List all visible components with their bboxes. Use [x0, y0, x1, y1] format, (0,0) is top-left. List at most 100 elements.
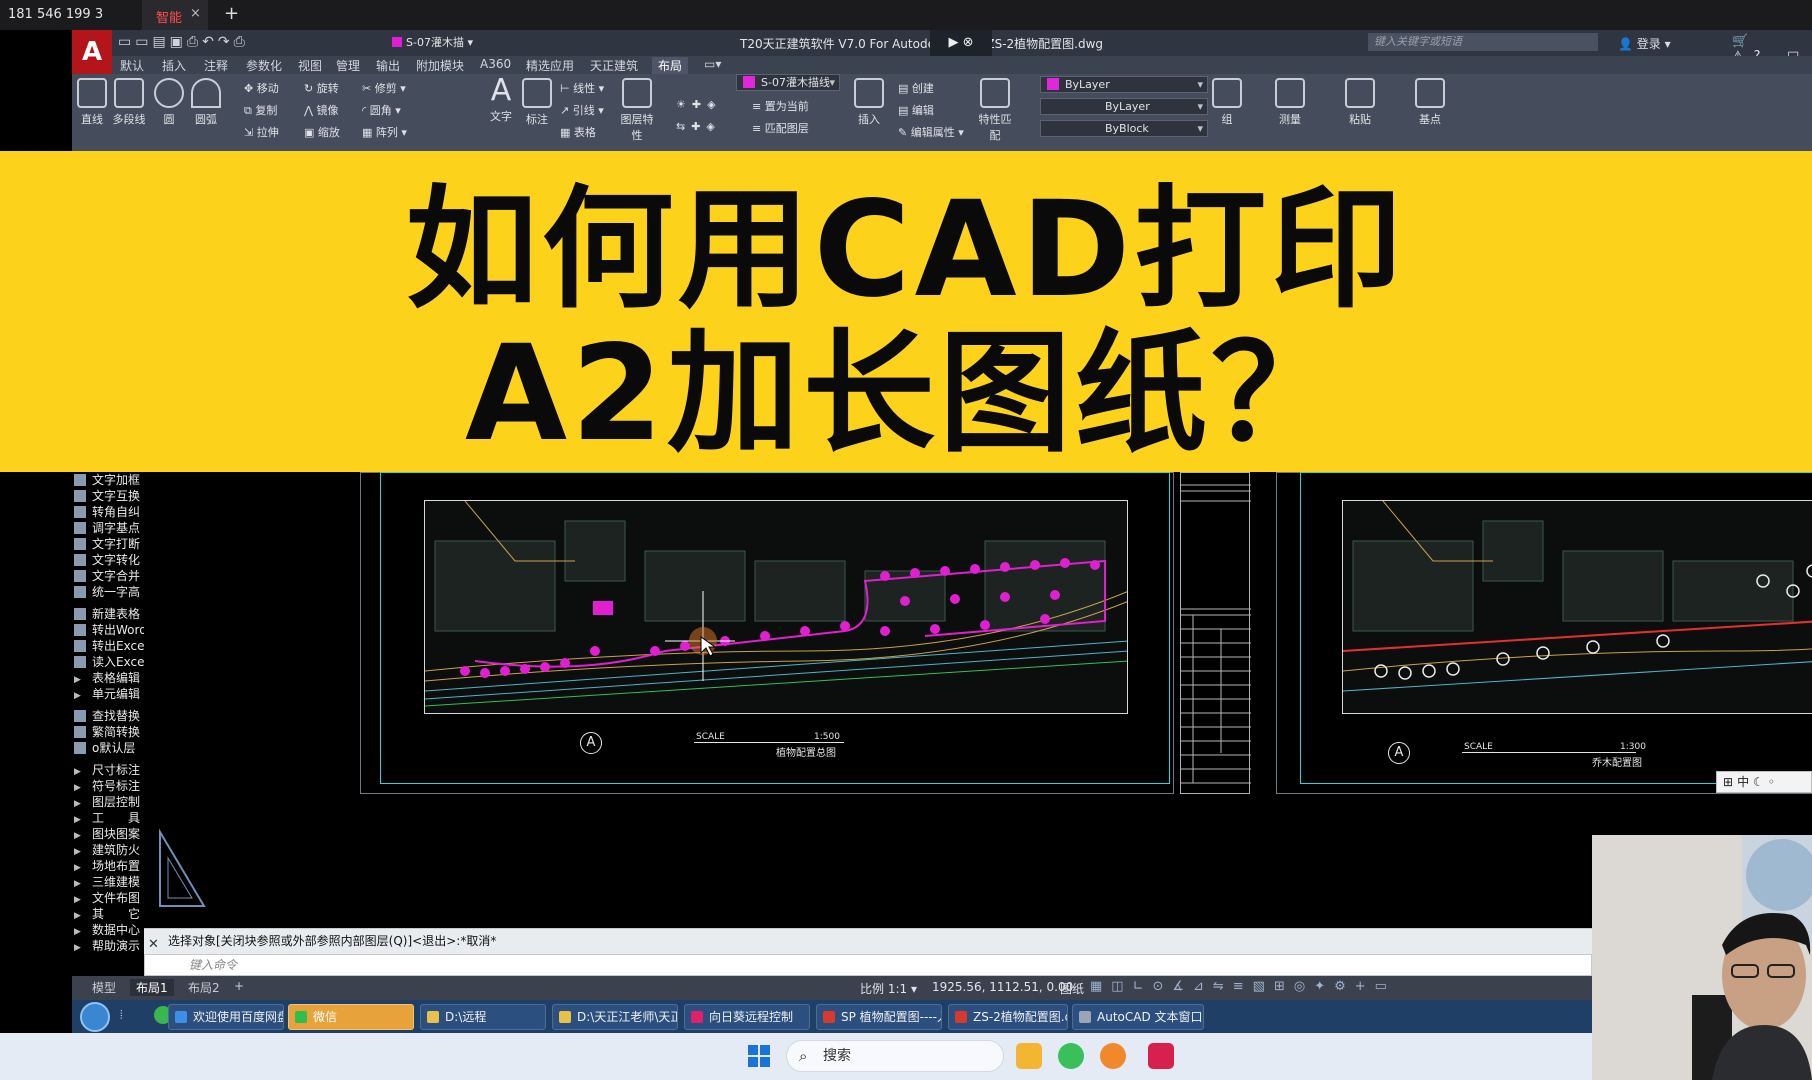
taskbar-item[interactable]: SP 植物配置图----入...: [816, 1004, 942, 1030]
palette-item[interactable]: ▶ 其 它: [74, 906, 140, 922]
base-point-tool[interactable]: 基点: [1412, 78, 1448, 127]
polyline-tool[interactable]: 多段线: [110, 78, 148, 127]
palette-item[interactable]: o默认层: [74, 740, 135, 756]
taskbar-item[interactable]: AutoCAD 文本窗口 -...: [1072, 1004, 1204, 1030]
login-button[interactable]: 👤 登录 ▾: [1618, 35, 1671, 52]
palette-item[interactable]: ▶ 符号标注: [74, 778, 140, 794]
text-tool[interactable]: A 文字: [484, 74, 518, 124]
taskbar-item[interactable]: D:\天正江老师\天正...: [552, 1004, 678, 1030]
sunlogin-icon[interactable]: [1148, 1043, 1174, 1069]
palette-item[interactable]: ▶ 场地布置: [74, 858, 140, 874]
quick-access-toolbar[interactable]: ▭▭▤▣⎙↶↷⎙: [118, 34, 249, 50]
lineweight-combo[interactable]: ByBlock ▾: [1040, 120, 1208, 137]
palette-item[interactable]: 转角自纠: [74, 504, 140, 520]
new-tab-button[interactable]: +: [224, 3, 239, 24]
array-button[interactable]: ▦ 阵列 ▾: [362, 124, 407, 140]
ribbon-tab-a360[interactable]: A360: [480, 57, 511, 71]
start-button[interactable]: [80, 1002, 110, 1032]
search-app-icon[interactable]: [1100, 1043, 1126, 1069]
move-button[interactable]: ✥ 移动: [244, 80, 279, 96]
palette-item[interactable]: ▶ 建筑防火: [74, 842, 140, 858]
add-layout-button[interactable]: +: [228, 979, 250, 993]
palette-item[interactable]: ▶ 帮助演示: [74, 938, 140, 954]
palette-item[interactable]: 新建表格: [74, 606, 140, 622]
autocad-logo-icon[interactable]: A: [72, 30, 112, 74]
help-search-input[interactable]: 键入关键字或短语: [1368, 33, 1598, 51]
ribbon-tab-insert[interactable]: 插入: [162, 57, 186, 74]
palette-item[interactable]: 文字转化: [74, 552, 140, 568]
quick-launch-icon[interactable]: ⦙: [120, 1008, 123, 1023]
rotate-button[interactable]: ↻ 旋转: [304, 80, 339, 96]
viewport-tree-plan[interactable]: [1342, 500, 1812, 714]
drawing-area[interactable]: A SCALE 1:500 植物配置总图 A SCALE 1:300 乔木配置图: [144, 472, 1812, 928]
copy-button[interactable]: ⧉ 复制: [244, 102, 277, 118]
layer-combo[interactable]: S-07灌木描线 ▾: [736, 74, 840, 91]
paper-space-toggle[interactable]: 图纸: [1060, 980, 1084, 997]
taskbar-item[interactable]: ZS-2植物配置图.dwg: [948, 1004, 1068, 1030]
paste-tool[interactable]: 粘贴: [1342, 78, 1378, 127]
group-tool[interactable]: 组: [1212, 78, 1242, 127]
ribbon-tab-default[interactable]: 默认: [120, 57, 144, 74]
palette-item[interactable]: ▶ 工 具: [74, 810, 140, 826]
edit-attributes-button[interactable]: ✎ 编辑属性 ▾: [898, 124, 964, 140]
set-current-button[interactable]: ≡ 置为当前: [752, 98, 809, 114]
fillet-button[interactable]: ◜ 圆角 ▾: [362, 102, 401, 118]
ribbon-tab-featured[interactable]: 精选应用: [526, 57, 574, 74]
ime-toolbar[interactable]: ⊞中☾◦: [1716, 771, 1812, 793]
taskbar-item[interactable]: D:\远程: [420, 1004, 546, 1030]
layout-tab-model[interactable]: 模型: [86, 979, 122, 996]
ribbon-tab-view[interactable]: 视图: [298, 57, 322, 74]
taskbar-item[interactable]: 欢迎使用百度网盘: [168, 1004, 284, 1030]
palette-item[interactable]: ▶ 图层控制: [74, 794, 140, 810]
close-icon[interactable]: ×: [190, 6, 201, 21]
taskbar-item[interactable]: 微信: [288, 1004, 414, 1030]
layer-tools-row[interactable]: ☀✚◈: [676, 98, 722, 111]
palette-item[interactable]: 转出Word: [74, 622, 147, 638]
palette-item[interactable]: 读入Excel: [74, 654, 148, 670]
table-button[interactable]: ▦ 表格: [560, 124, 596, 140]
match-properties-tool[interactable]: 特性匹配: [978, 78, 1012, 143]
color-combo[interactable]: ByLayer ▾: [1040, 76, 1208, 93]
command-input[interactable]: 键入命令: [144, 954, 1592, 976]
taskbar-search[interactable]: ⌕ 搜索: [786, 1040, 1004, 1072]
status-toggle-icons[interactable]: ▦◫∟⊙∡⊿⇋≡▧⊞◎✦⚙+▭: [1090, 979, 1396, 994]
ribbon-tab-annotate[interactable]: 注释: [204, 57, 228, 74]
palette-item[interactable]: ▶ 三维建模: [74, 874, 140, 890]
leader-button[interactable]: ↗ 引线 ▾: [560, 102, 604, 118]
palette-item[interactable]: ▶ 表格编辑: [74, 670, 140, 686]
scale-button[interactable]: ▣ 缩放: [304, 124, 340, 140]
arc-tool[interactable]: 圆弧: [188, 78, 224, 127]
dimension-tool[interactable]: 标注: [520, 78, 554, 127]
ribbon-tab-parametric[interactable]: 参数化: [246, 57, 282, 74]
linetype-combo[interactable]: ByLayer ▾: [1040, 98, 1208, 115]
palette-item[interactable]: 繁简转换: [74, 724, 140, 740]
viewport-plant-overview[interactable]: [424, 500, 1128, 714]
ribbon-tab-tangent[interactable]: 天正建筑: [590, 57, 638, 74]
palette-item[interactable]: 查找替换: [74, 708, 140, 724]
palette-item[interactable]: ▶ 数据中心: [74, 922, 140, 938]
file-explorer-icon[interactable]: [1016, 1043, 1042, 1069]
mirror-button[interactable]: ⋀ 镜像: [304, 102, 339, 118]
play-icon[interactable]: ▶: [948, 35, 958, 50]
ribbon-tab-output[interactable]: 输出: [376, 57, 400, 74]
trim-button[interactable]: ✂ 修剪 ▾: [362, 80, 406, 96]
palette-item[interactable]: 统一字高: [74, 584, 140, 600]
circle-tool[interactable]: 圆: [152, 78, 186, 127]
ribbon-more-icon[interactable]: ▭▾: [704, 57, 721, 71]
palette-item[interactable]: 文字加框: [74, 472, 140, 488]
linear-button[interactable]: ⊢ 线性 ▾: [560, 80, 604, 96]
palette-item[interactable]: ▶ 单元编辑: [74, 686, 140, 702]
palette-item[interactable]: 文字互换: [74, 488, 140, 504]
ribbon-tab-addins[interactable]: 附加模块: [416, 57, 464, 74]
palette-item[interactable]: 文字打断: [74, 536, 140, 552]
palette-item[interactable]: 文字合并: [74, 568, 140, 584]
ribbon-tab-layout[interactable]: 布局: [652, 57, 689, 74]
ribbon-tab-manage[interactable]: 管理: [336, 57, 360, 74]
layout-tab-2[interactable]: 布局2: [182, 979, 226, 996]
taskbar-item[interactable]: 向日葵远程控制: [684, 1004, 810, 1030]
palette-item[interactable]: ▶ 图块图案: [74, 826, 140, 842]
annotation-scale[interactable]: 比例 1:1 ▾: [860, 980, 917, 997]
palette-item[interactable]: ▶ 尺寸标注: [74, 762, 140, 778]
wechat-icon[interactable]: [1058, 1043, 1084, 1069]
browser-tab[interactable]: 智能 ×: [142, 0, 208, 30]
